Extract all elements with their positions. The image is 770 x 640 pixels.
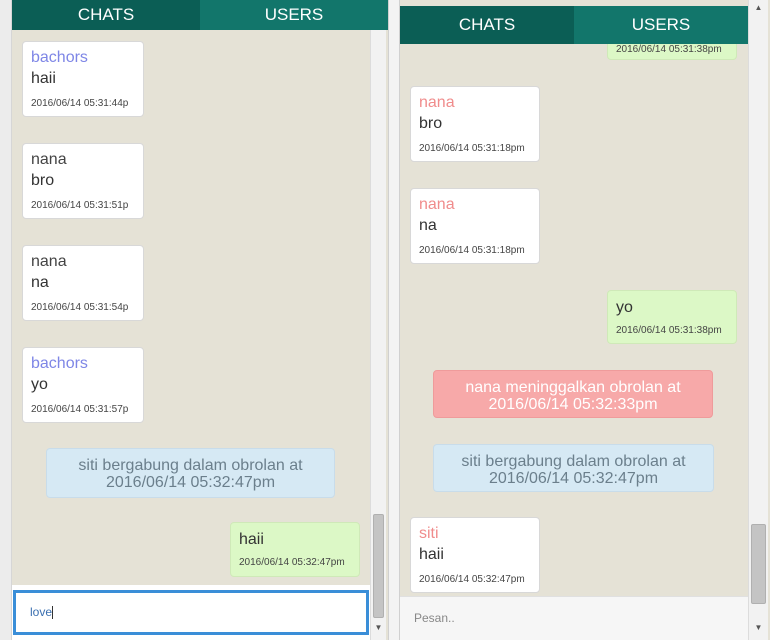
message-bubble: nana bro 2016/06/14 05:31:51p [22,143,144,219]
message-sender: nana [31,151,67,168]
message-input-value: love [30,605,53,619]
system-notice-line: 2016/06/14 05:32:47pm [488,470,659,487]
system-notice-line: siti bergabung dalam obrolan at [461,453,686,470]
message-time: 2016/06/14 05:32:47pm [419,574,525,585]
message-bubble: nana na 2016/06/14 05:31:18pm [410,188,540,264]
message-sender: nana [419,196,455,213]
message-time: 2016/06/14 05:32:47pm [239,557,345,568]
message-time: 2016/06/14 05:31:57p [31,404,129,415]
left-chat-window: CHATS USERS bachors haii 2016/06/14 05:3… [12,0,388,640]
message-input[interactable]: Pesan.. [400,596,748,640]
right-chat-window: CHATS USERS 2016/06/14 05:31:38pm nana b… [400,0,770,640]
message-bubble: bachors haii 2016/06/14 05:31:44p [22,41,144,117]
tab-chats[interactable]: CHATS [12,0,200,30]
own-message-bubble: haii 2016/06/14 05:32:47pm [230,522,360,577]
message-text: bro [419,115,443,132]
message-sender: bachors [31,355,88,372]
scroll-up-arrow-icon[interactable]: ▲ [749,0,768,16]
message-text: yo [31,376,48,393]
message-bubble: nana na 2016/06/14 05:31:54p [22,245,144,321]
own-message-bubble: yo 2016/06/14 05:31:38pm [607,290,737,344]
message-bubble: bachors yo 2016/06/14 05:31:57p [22,347,144,423]
message-text: haii [419,546,444,563]
system-notice-line: nana meninggalkan obrolan at [465,379,681,396]
message-text: na [31,274,49,291]
right-tab-bar: CHATS USERS [400,6,748,44]
left-tab-bar: CHATS USERS [12,0,388,30]
system-notice-line: 2016/06/14 05:32:47pm [105,474,276,491]
scroll-down-arrow-icon[interactable]: ▼ [749,620,768,636]
tab-chats[interactable]: CHATS [400,6,574,44]
system-notice-line: siti bergabung dalam obrolan at [78,457,303,474]
text-cursor [52,606,54,620]
system-notice-line: 2016/06/14 05:32:33pm [488,396,658,413]
tab-users[interactable]: USERS [200,0,388,30]
left-scrollbar[interactable]: ▲ ▼ [370,0,386,640]
message-sender: bachors [31,49,88,66]
message-bubble: nana bro 2016/06/14 05:31:18pm [410,86,540,162]
message-time: 2016/06/14 05:31:51p [31,200,129,211]
message-time: 2016/06/14 05:31:18pm [419,143,525,154]
system-join-notice: siti bergabung dalam obrolan at 2016/06/… [46,448,335,498]
scroll-thumb[interactable] [373,514,384,618]
message-time: 2016/06/14 05:31:18pm [419,245,525,256]
system-join-notice: siti bergabung dalam obrolan at 2016/06/… [433,444,714,492]
message-sender: siti [419,525,439,542]
window-divider [388,0,400,640]
message-time: 2016/06/14 05:31:44p [31,98,129,109]
message-bubble: siti haii 2016/06/14 05:32:47pm [410,517,540,593]
message-text: haii [31,70,56,87]
scroll-down-arrow-icon[interactable]: ▼ [371,620,386,636]
message-text: bro [31,172,55,189]
background-window-edge [0,0,12,640]
message-text: yo [616,299,633,316]
message-sender: nana [419,94,455,111]
message-time: 2016/06/14 05:31:38pm [616,44,722,55]
message-text: haii [239,531,264,548]
message-input[interactable]: love [13,590,369,635]
right-scrollbar[interactable]: ▲ ▼ [748,0,768,640]
message-sender: nana [31,253,67,270]
system-leave-notice: nana meninggalkan obrolan at 2016/06/14 … [433,370,713,418]
tab-users[interactable]: USERS [574,6,748,44]
message-text: na [419,217,437,234]
message-time: 2016/06/14 05:31:38pm [616,325,722,336]
message-input-placeholder: Pesan.. [414,611,455,625]
scroll-thumb[interactable] [751,524,766,604]
message-time: 2016/06/14 05:31:54p [31,302,129,313]
